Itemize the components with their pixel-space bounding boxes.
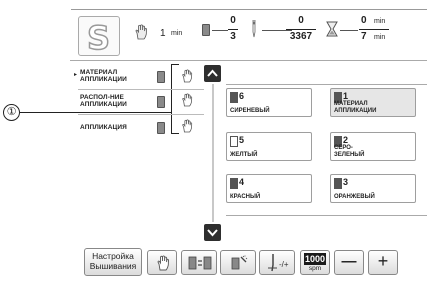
- selected-arrow-icon: ▸: [74, 72, 78, 78]
- color-cell-orange[interactable]: 3 ОРАНЖЕВЫЙ: [330, 174, 416, 203]
- fraction-line: [359, 29, 389, 30]
- plus-icon: +: [377, 251, 389, 271]
- scroll-track[interactable]: [212, 84, 214, 222]
- thread-spool-icon: [157, 122, 165, 134]
- stitch-total: 3367: [289, 31, 313, 42]
- color-cell-red[interactable]: 4 КРАСНЫЙ: [226, 174, 312, 203]
- color-number: 3: [343, 177, 349, 187]
- layer-row-applique[interactable]: АППЛИКАЦИЯ: [78, 116, 204, 140]
- layer-row-material[interactable]: ▸ МАТЕРИАЛ АППЛИКАЦИИ: [74, 65, 204, 89]
- fraction-line: [228, 29, 238, 30]
- hand-pointer-icon: [134, 24, 148, 45]
- header-divider: [70, 60, 427, 61]
- unicolor-button[interactable]: [220, 250, 256, 275]
- sort-colors-button[interactable]: [181, 250, 217, 275]
- hand-icon: [157, 255, 169, 271]
- thread-spool-icon: [202, 24, 210, 36]
- callout-marker: ①: [3, 104, 20, 121]
- scroll-down-button[interactable]: [204, 224, 221, 241]
- color-name: МАТЕРИАЛ АППЛИКАЦИИ: [334, 101, 377, 114]
- color-name: СИРЕНЕВЫЙ: [230, 107, 270, 114]
- thread-spool-icon: [157, 71, 165, 83]
- time-total: 7: [361, 31, 367, 42]
- color-swatch: [230, 92, 238, 103]
- time-value: 1: [160, 28, 166, 39]
- color-cell-applique-material[interactable]: 1 МАТЕРИАЛ АППЛИКАЦИИ: [330, 88, 416, 117]
- color-cell-yellow[interactable]: 5 ЖЕЛТЫЙ: [226, 132, 312, 161]
- chevron-down-icon: [207, 229, 218, 237]
- hand-select-button[interactable]: [147, 250, 177, 275]
- time-elapsed: 0: [361, 15, 367, 26]
- minus-icon: —: [341, 253, 357, 270]
- scroll-up-button[interactable]: [204, 65, 221, 82]
- pattern-thumbnail-letter: S: [86, 18, 111, 58]
- sort-colors-icon: [188, 256, 212, 270]
- time-elapsed-unit: min: [374, 18, 386, 25]
- color-number: 1: [343, 91, 349, 101]
- hand-pointer-icon[interactable]: [181, 119, 193, 138]
- speed-decrease-button[interactable]: —: [334, 250, 364, 275]
- layer-label: МАТЕРИАЛ АППЛИКАЦИИ: [80, 69, 127, 83]
- color-name: КРАСНЫЙ: [230, 193, 261, 200]
- hand-pointer-icon[interactable]: [181, 69, 193, 88]
- speed-unit: spm: [308, 265, 322, 272]
- stitch-current: 0: [298, 15, 304, 26]
- layer-label: РАСПОЛ-НИЕ АППЛИКАЦИИ: [80, 94, 127, 108]
- sewing-speed-button[interactable]: 1000 spm: [300, 250, 330, 275]
- color-swatch: [334, 178, 342, 189]
- magic-spool-icon: [231, 255, 248, 270]
- time-total-unit: min: [374, 34, 386, 41]
- needle-icon: [250, 19, 258, 43]
- callout-label: ①: [6, 106, 17, 118]
- needle-plus-minus-icon: -/+: [268, 254, 289, 272]
- speed-increase-button[interactable]: +: [368, 250, 398, 275]
- divider-line: [212, 30, 228, 31]
- color-total: 3: [230, 31, 236, 42]
- color-name: СЕРО- ЗЕЛЕНЫЙ: [334, 145, 365, 158]
- layer-label: АППЛИКАЦИЯ: [80, 124, 127, 131]
- embroidery-settings-button[interactable]: Настройка Вышивания: [84, 248, 142, 276]
- chevron-up-icon: [207, 69, 218, 77]
- color-swatch: [230, 178, 238, 189]
- speed-value: 1000: [304, 253, 326, 265]
- embroidery-settings-label: Настройка Вышивания: [89, 251, 137, 271]
- color-index: 0: [230, 15, 236, 26]
- color-cell-gray-green[interactable]: 2 СЕРО- ЗЕЛЕНЫЙ: [330, 132, 416, 161]
- color-number: 4: [239, 177, 245, 187]
- color-number: 6: [239, 91, 245, 101]
- fraction-line: [286, 29, 316, 30]
- color-number: 2: [343, 135, 349, 145]
- svg-text:-/+: -/+: [279, 260, 289, 269]
- color-swatch: [230, 136, 238, 147]
- hourglass-icon: [326, 21, 338, 42]
- layer-divider: [78, 114, 204, 115]
- color-number: 5: [239, 135, 245, 145]
- layer-row-placement[interactable]: РАСПОЛ-НИЕ АППЛИКАЦИИ: [78, 90, 204, 114]
- time-unit: min: [171, 30, 183, 37]
- color-cell-lilac[interactable]: 6 СИРЕНЕВЫЙ: [226, 88, 312, 117]
- color-name: ЖЕЛТЫЙ: [230, 151, 258, 158]
- color-name: ОРАНЖЕВЫЙ: [334, 193, 375, 200]
- hand-pointer-icon[interactable]: [181, 93, 193, 112]
- divider-line: [340, 30, 358, 31]
- thread-spool-icon: [157, 96, 165, 108]
- needle-position-button[interactable]: -/+: [259, 250, 295, 275]
- pattern-preview: S: [78, 16, 120, 58]
